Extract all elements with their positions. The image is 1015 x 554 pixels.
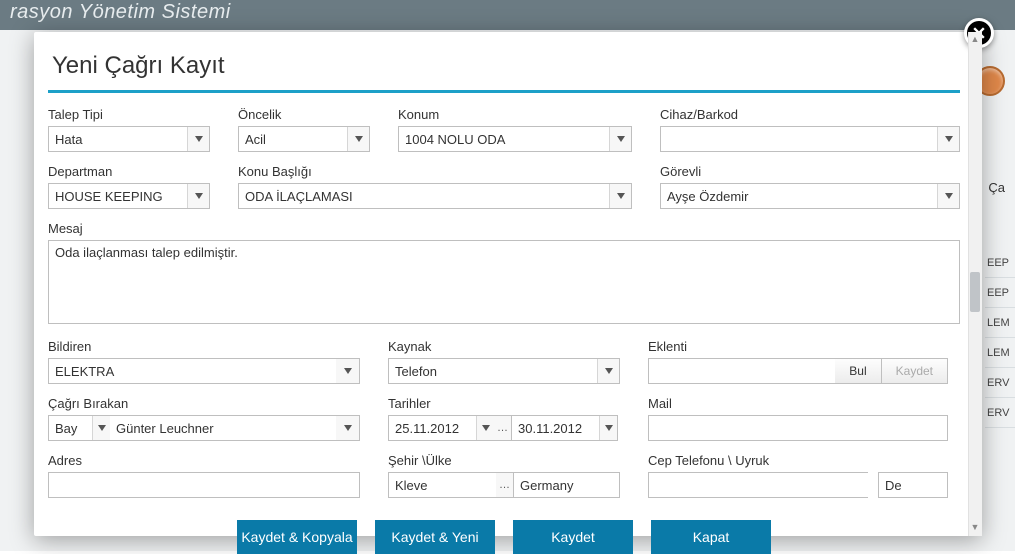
- tarih-bitis-date[interactable]: 30.11.2012: [512, 415, 618, 441]
- label-tarihler: Tarihler: [388, 396, 620, 411]
- talep-tipi-value: Hata: [49, 132, 187, 147]
- modal-title: Yeni Çağrı Kayıt: [48, 44, 960, 93]
- chevron-down-icon: [336, 416, 359, 440]
- talep-tipi-select[interactable]: Hata: [48, 126, 210, 152]
- eklenti-input[interactable]: [648, 358, 835, 384]
- bg-cell: EEP: [985, 248, 1015, 278]
- label-mail: Mail: [648, 396, 948, 411]
- label-adres: Adres: [48, 453, 360, 468]
- kaydet-button[interactable]: Kaydet: [513, 520, 633, 554]
- label-cihaz-barkod: Cihaz/Barkod: [660, 107, 960, 122]
- bg-column-header: Ça: [988, 180, 1005, 195]
- app-title-fragment: rasyon Yönetim Sistemi: [10, 1, 231, 23]
- cagri-birakan-dropdown[interactable]: [336, 415, 360, 441]
- cep-telefonu-input[interactable]: [648, 472, 868, 498]
- adres-input[interactable]: [48, 472, 360, 498]
- chevron-down-icon: [336, 359, 359, 383]
- sehir-input[interactable]: Kleve: [388, 472, 496, 498]
- modal-dialog: ▲ ▼ Yeni Çağrı Kayıt Talep Tipi Hata Önc…: [34, 32, 982, 536]
- oncelik-value: Acil: [239, 132, 347, 147]
- label-talep-tipi: Talep Tipi: [48, 107, 210, 122]
- bg-cell: EEP: [985, 278, 1015, 308]
- label-eklenti: Eklenti: [648, 339, 948, 354]
- ulke-input[interactable]: Germany: [514, 472, 620, 498]
- cagri-birakan-input[interactable]: Günter Leuchner: [110, 415, 336, 441]
- label-sehir-ulke: Şehir \Ülke: [388, 453, 620, 468]
- kaydet-yeni-button[interactable]: Kaydet & Yeni: [375, 520, 495, 554]
- chevron-down-icon: [187, 184, 209, 208]
- tarih-baslangic-value: 25.11.2012: [389, 421, 476, 436]
- label-bildiren: Bildiren: [48, 339, 360, 354]
- uyruk-value: De: [879, 478, 947, 493]
- kaynak-select[interactable]: Telefon: [388, 358, 620, 384]
- cagri-birakan-value: Günter Leuchner: [110, 421, 336, 436]
- unvan-select[interactable]: Bay: [48, 415, 110, 441]
- chevron-down-icon: [609, 127, 631, 151]
- departman-select[interactable]: HOUSE KEEPING: [48, 183, 210, 209]
- sehir-ellipsis[interactable]: …: [496, 472, 514, 498]
- kapat-button[interactable]: Kapat: [651, 520, 771, 554]
- bildiren-dropdown[interactable]: [336, 358, 360, 384]
- label-kaynak: Kaynak: [388, 339, 620, 354]
- label-cagri-birakan: Çağrı Bırakan: [48, 396, 360, 411]
- gorevli-select[interactable]: Ayşe Özdemir: [660, 183, 960, 209]
- tarih-bitis-value: 30.11.2012: [512, 421, 599, 436]
- date-range-ellipsis[interactable]: …: [494, 415, 512, 441]
- scroll-thumb[interactable]: [970, 272, 980, 312]
- label-konum: Konum: [398, 107, 632, 122]
- konum-select[interactable]: 1004 NOLU ODA: [398, 126, 632, 152]
- kaydet-attachment-button: Kaydet: [882, 358, 948, 384]
- bg-cell: LEM: [985, 338, 1015, 368]
- label-departman: Departman: [48, 164, 210, 179]
- unvan-value: Bay: [49, 421, 92, 436]
- kaydet-kopyala-button[interactable]: Kaydet & Kopyala: [237, 520, 357, 554]
- bg-cell: LEM: [985, 308, 1015, 338]
- label-oncelik: Öncelik: [238, 107, 370, 122]
- departman-value: HOUSE KEEPING: [49, 189, 187, 204]
- gorevli-value: Ayşe Özdemir: [661, 189, 937, 204]
- cihaz-barkod-select[interactable]: [660, 126, 960, 152]
- modal-scrollbar[interactable]: ▲ ▼: [968, 32, 982, 536]
- ulke-value: Germany: [514, 478, 619, 493]
- label-cep-uyruk: Cep Telefonu \ Uyruk: [648, 453, 948, 468]
- bg-cell: ERV: [985, 368, 1015, 398]
- konu-basligi-select[interactable]: ODA İLAÇLAMASI: [238, 183, 632, 209]
- chevron-down-icon: [476, 416, 494, 440]
- konu-basligi-value: ODA İLAÇLAMASI: [239, 189, 609, 204]
- mesaj-textarea[interactable]: [48, 240, 960, 324]
- chevron-down-icon: [92, 416, 110, 440]
- chevron-down-icon: [937, 127, 959, 151]
- uyruk-input[interactable]: De: [878, 472, 948, 498]
- chevron-down-icon: [597, 359, 619, 383]
- label-gorevli: Görevli: [660, 164, 960, 179]
- oncelik-select[interactable]: Acil: [238, 126, 370, 152]
- label-konu-basligi: Konu Başlığı: [238, 164, 632, 179]
- chevron-down-icon: [609, 184, 631, 208]
- scroll-down-icon[interactable]: ▼: [970, 522, 980, 534]
- chevron-down-icon: [187, 127, 209, 151]
- scroll-up-icon[interactable]: ▲: [970, 34, 980, 46]
- sehir-value: Kleve: [389, 478, 496, 493]
- app-header: rasyon Yönetim Sistemi: [0, 0, 1015, 30]
- chevron-down-icon: [347, 127, 369, 151]
- bildiren-value: ELEKTRA: [49, 364, 336, 379]
- label-mesaj: Mesaj: [48, 221, 960, 236]
- chevron-down-icon: [599, 416, 617, 440]
- konum-value: 1004 NOLU ODA: [399, 132, 609, 147]
- chevron-down-icon: [937, 184, 959, 208]
- bul-button[interactable]: Bul: [835, 358, 881, 384]
- bg-cell: ERV: [985, 398, 1015, 428]
- bildiren-input[interactable]: ELEKTRA: [48, 358, 336, 384]
- tarih-baslangic-date[interactable]: 25.11.2012: [388, 415, 494, 441]
- mail-input[interactable]: [648, 415, 948, 441]
- kaynak-value: Telefon: [389, 364, 597, 379]
